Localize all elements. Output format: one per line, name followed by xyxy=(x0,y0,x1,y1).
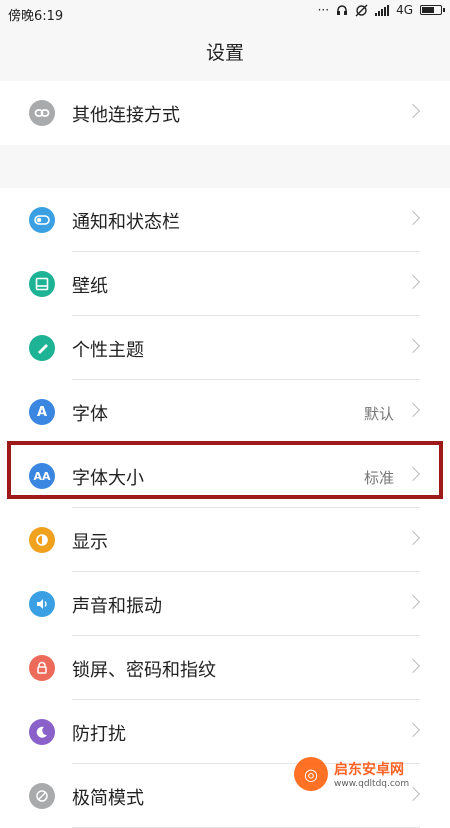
settings-item-font-size[interactable]: AA 字体大小 标准 xyxy=(0,444,450,508)
headset-icon xyxy=(336,4,348,16)
link-icon xyxy=(29,100,55,126)
chevron-right-icon xyxy=(405,274,421,290)
header: 设置 xyxy=(0,26,450,82)
chevron-right-icon xyxy=(405,338,421,354)
item-label: 其他连接方式 xyxy=(72,105,180,126)
item-label: 个性主题 xyxy=(72,340,144,361)
brush-icon xyxy=(29,335,55,361)
item-value: 默认 xyxy=(363,405,394,423)
chevron-right-icon xyxy=(405,594,421,610)
settings-item-sound[interactable]: 声音和振动 xyxy=(0,572,450,636)
font-size-icon: AA xyxy=(29,463,55,489)
settings-item-lock-screen[interactable]: 锁屏、密码和指纹 xyxy=(0,636,450,700)
item-label: 极简模式 xyxy=(72,788,144,809)
settings-item-display[interactable]: 显示 xyxy=(0,508,450,572)
moon-icon xyxy=(29,719,55,745)
lock-icon xyxy=(29,655,55,681)
battery-icon xyxy=(420,5,445,15)
item-label: 锁屏、密码和指纹 xyxy=(72,660,216,681)
watermark-sub: www.qdltdq.com xyxy=(334,779,410,789)
network-type: 4G xyxy=(396,3,413,17)
font-icon: A xyxy=(29,399,55,425)
item-label: 字体 xyxy=(72,404,108,425)
watermark-logo-icon: ◎ xyxy=(294,757,328,791)
chevron-right-icon xyxy=(405,530,421,546)
watermark: ◎ 启东安卓网 www.qdltdq.com xyxy=(294,752,444,796)
watermark-text: 启东安卓网 www.qdltdq.com xyxy=(334,759,409,789)
item-label: 防打扰 xyxy=(72,724,126,745)
settings-item-themes[interactable]: 个性主题 xyxy=(0,316,450,380)
minimal-icon xyxy=(29,783,55,809)
item-label: 显示 xyxy=(72,532,108,553)
chevron-right-icon xyxy=(405,722,421,738)
dots-icon: ··· xyxy=(317,3,330,17)
settings-item-notifications[interactable]: 通知和状态栏 xyxy=(0,188,450,252)
item-label: 壁纸 xyxy=(72,276,108,297)
wallpaper-icon xyxy=(29,271,55,297)
chevron-right-icon xyxy=(405,466,421,482)
watermark-main: 启东安卓网 xyxy=(334,762,404,778)
status-icons: ··· 4G xyxy=(317,3,445,17)
sync-off-icon xyxy=(355,4,368,17)
speaker-icon xyxy=(29,591,55,617)
settings-item-font[interactable]: A 字体 默认 xyxy=(0,380,450,444)
item-value: 标准 xyxy=(363,469,394,487)
item-label: 声音和振动 xyxy=(72,596,162,617)
item-label: 字体大小 xyxy=(72,468,144,489)
chevron-right-icon xyxy=(405,402,421,418)
toggle-icon xyxy=(29,207,55,233)
signal-icon xyxy=(375,4,390,16)
page-title: 设置 xyxy=(205,42,244,64)
chevron-right-icon xyxy=(405,658,421,674)
status-time: 傍晚6:19 xyxy=(8,9,64,24)
settings-item-other-connections[interactable]: 其他连接方式 xyxy=(0,81,450,145)
display-icon xyxy=(29,527,55,553)
settings-item-wallpaper[interactable]: 壁纸 xyxy=(0,252,450,316)
item-label: 通知和状态栏 xyxy=(72,212,180,233)
chevron-right-icon xyxy=(405,210,421,226)
chevron-right-icon xyxy=(405,103,421,119)
status-bar: 傍晚6:19 ··· 4G xyxy=(0,0,450,26)
